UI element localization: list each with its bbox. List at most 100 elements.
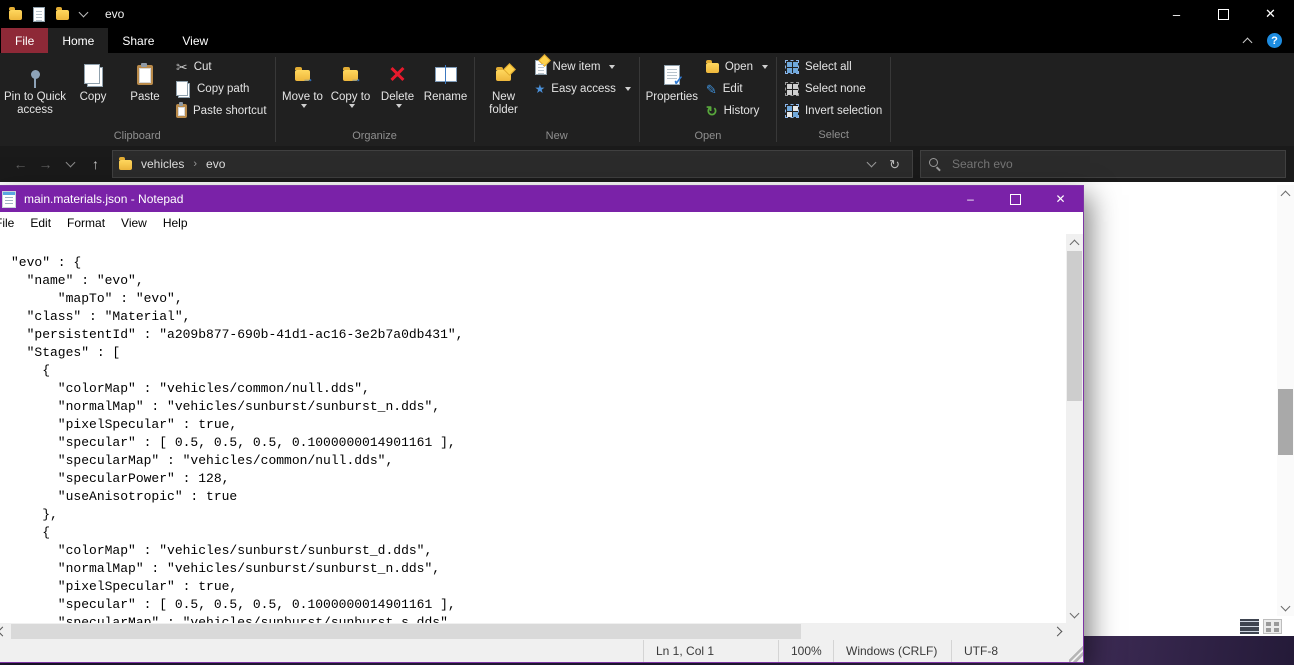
scroll-up-arrow-icon[interactable] (1277, 185, 1294, 202)
tab-home[interactable]: Home (48, 28, 109, 53)
resize-grip[interactable] (1069, 640, 1083, 662)
organize-group-label: Organize (352, 130, 397, 142)
delete-button[interactable]: ✕ Delete (375, 55, 421, 128)
notepad-minimize-button[interactable]: – (948, 186, 993, 212)
menu-view[interactable]: View (113, 214, 155, 232)
tab-view-label: View (182, 33, 209, 48)
editor-text[interactable]: "evo" : { "name" : "evo", "mapTo" : "evo… (0, 234, 1066, 623)
copy-to-button[interactable]: → Copy to (327, 55, 375, 128)
chevron-up-icon (1280, 190, 1291, 200)
paste-shortcut-button[interactable]: Paste shortcut (171, 100, 272, 122)
qat-properties-icon[interactable] (33, 6, 45, 22)
chevron-down-icon (1069, 608, 1080, 618)
ribbon-group-clipboard: Pin to Quick access Copy Paste ✂ Cut Cop… (0, 53, 275, 146)
close-icon: ✕ (1055, 192, 1066, 206)
notepad-editor[interactable]: "evo" : { "name" : "evo", "mapTo" : "evo… (0, 234, 1083, 623)
details-view-button[interactable] (1240, 618, 1259, 634)
collapse-ribbon-icon[interactable] (1242, 37, 1253, 47)
notepad-scroll-thumb[interactable] (1067, 251, 1082, 401)
copy-to-label: Copy to (330, 91, 371, 103)
history-button[interactable]: ↻ History (701, 100, 773, 122)
tab-file[interactable]: File (1, 28, 49, 53)
select-group-label: Select (818, 129, 849, 141)
explorer-vertical-scrollbar[interactable] (1277, 185, 1294, 616)
search-input[interactable] (950, 156, 1277, 172)
scroll-up-arrow-icon[interactable] (1066, 234, 1083, 251)
select-none-button[interactable]: Select none (780, 78, 887, 100)
ribbon-group-select: Select all Select none Invert selection … (777, 53, 890, 146)
scroll-down-arrow-icon[interactable] (1066, 606, 1083, 623)
notepad-horizontal-scrollbar[interactable] (0, 623, 1083, 640)
maximize-icon (1010, 193, 1021, 205)
explorer-minimize-button[interactable]: – (1153, 0, 1200, 28)
scroll-down-arrow-icon[interactable] (1277, 599, 1294, 616)
move-to-label: Move to (282, 91, 323, 103)
menu-format[interactable]: Format (59, 214, 113, 232)
copy-button[interactable]: Copy (67, 55, 119, 128)
search-box[interactable] (920, 150, 1286, 178)
notepad-app-icon (2, 190, 16, 208)
address-dropdown-icon[interactable] (866, 157, 877, 168)
ribbon-group-organize: → Move to → Copy to ✕ Delete Rename Orga… (276, 53, 474, 146)
code-line: "normalMap" : "vehicles/sunburst/sunburs… (11, 399, 441, 414)
properties-button[interactable]: ✓ Properties (643, 55, 701, 128)
notepad-maximize-button[interactable] (993, 186, 1038, 212)
edit-button[interactable]: ✎ Edit (701, 78, 773, 100)
menu-file[interactable]: File (0, 214, 22, 232)
copy-path-icon (176, 80, 188, 96)
notepad-hscroll-thumb[interactable] (11, 624, 801, 639)
tab-view[interactable]: View (168, 28, 222, 53)
breadcrumb-item-evo[interactable]: evo (197, 157, 234, 171)
explorer-maximize-button[interactable] (1200, 0, 1247, 28)
code-line: "specularPower" : 128, (11, 471, 230, 486)
explorer-scroll-thumb[interactable] (1278, 389, 1293, 455)
properties-label: Properties (645, 91, 699, 103)
open-button[interactable]: Open (701, 56, 773, 78)
back-button[interactable]: ← (8, 152, 33, 176)
history-icon: ↻ (705, 103, 718, 119)
large-icons-view-button[interactable] (1263, 618, 1282, 634)
up-button[interactable]: ↑ (83, 152, 108, 176)
menu-help[interactable]: Help (155, 214, 196, 232)
recent-locations-button[interactable] (58, 152, 83, 176)
scroll-left-arrow-icon[interactable] (0, 623, 11, 640)
notepad-vertical-scrollbar[interactable] (1066, 234, 1083, 623)
notepad-close-button[interactable]: ✕ (1038, 186, 1083, 212)
copy-icon (83, 63, 100, 84)
copy-path-button[interactable]: Copy path (171, 78, 272, 100)
rename-button[interactable]: Rename (421, 55, 471, 128)
new-folder-button[interactable]: New folder (478, 55, 530, 128)
code-line: { (11, 363, 51, 378)
code-line: { (11, 525, 51, 540)
menu-edit[interactable]: Edit (22, 214, 59, 232)
qat-new-folder-icon[interactable] (56, 7, 69, 20)
help-icon[interactable]: ? (1267, 33, 1282, 48)
scroll-right-arrow-icon[interactable] (1049, 623, 1066, 640)
invert-selection-button[interactable]: Invert selection (780, 100, 887, 122)
cut-button[interactable]: ✂ Cut (171, 56, 272, 78)
sparkle-icon (537, 53, 551, 67)
address-bar[interactable]: vehicles › evo ↻ (112, 150, 913, 178)
new-folder-label: New folder (489, 91, 518, 116)
address-folder-icon (119, 157, 132, 170)
explorer-close-button[interactable]: ✕ (1247, 0, 1294, 28)
code-line: "Stages" : [ (11, 345, 121, 360)
move-arrow-icon: → (302, 71, 315, 85)
easy-access-button[interactable]: ★ Easy access (530, 78, 636, 100)
select-all-button[interactable]: Select all (780, 56, 887, 78)
tab-home-label: Home (62, 33, 95, 48)
paste-button[interactable]: Paste (119, 55, 171, 128)
tab-share[interactable]: Share (108, 28, 168, 53)
forward-button[interactable]: → (33, 152, 58, 176)
cut-icon: ✂ (176, 59, 188, 75)
easy-access-label: Easy access (551, 83, 616, 95)
refresh-icon[interactable]: ↻ (889, 158, 900, 171)
new-item-button[interactable]: New item (530, 53, 636, 78)
qat-customize-chevron-icon[interactable] (78, 7, 89, 18)
breadcrumb-item-vehicles[interactable]: vehicles (132, 157, 193, 171)
pin-to-quick-access-button[interactable]: Pin to Quick access (3, 55, 67, 128)
select-all-icon (784, 60, 799, 74)
tab-share-label: Share (122, 33, 155, 48)
notepad-titlebar[interactable]: main.materials.json - Notepad – ✕ (0, 186, 1083, 212)
move-to-button[interactable]: → Move to (279, 55, 327, 128)
